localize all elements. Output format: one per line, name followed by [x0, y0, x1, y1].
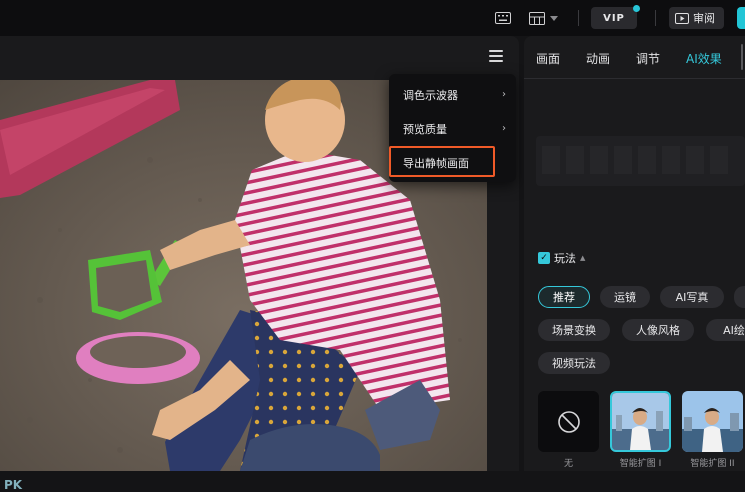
review-label: 审阅	[693, 12, 715, 25]
vip-label: VIP	[603, 12, 625, 24]
effect-label: 智能扩图 II	[690, 459, 735, 469]
caret-up-icon: ▲	[580, 254, 586, 262]
effect-label: 智能扩图 I	[619, 459, 662, 469]
menu-item-preview-quality[interactable]: 预览质量 ›	[389, 114, 516, 144]
tab-ai-effects[interactable]: AI效果	[686, 50, 722, 67]
effect-smart-expand-1[interactable]	[610, 391, 671, 452]
review-button[interactable]: 审阅	[669, 7, 724, 29]
chip-scene-change[interactable]: 场景变换	[538, 319, 610, 341]
player-options-menu: 调色示波器 › 预览质量 › 导出静帧画面	[389, 74, 516, 182]
chip-recommended[interactable]: 推荐	[538, 286, 590, 308]
chip-more[interactable]	[734, 286, 745, 308]
tab-animation[interactable]: 动画	[586, 50, 610, 67]
menu-item-label: 导出静帧画面	[403, 157, 469, 170]
chevron-right-icon: ›	[502, 123, 506, 134]
vip-button[interactable]: VIP	[591, 5, 640, 29]
chevron-right-icon: ›	[502, 89, 506, 100]
chevron-down-icon[interactable]	[549, 9, 559, 27]
chip-video-play[interactable]: 视频玩法	[538, 352, 610, 374]
section-header-play[interactable]: ✓ 玩法 ▲	[538, 249, 585, 267]
divider	[655, 10, 656, 26]
effect-thumbnail-image	[682, 391, 743, 452]
divider	[578, 10, 579, 26]
play-checkbox[interactable]: ✓	[538, 252, 550, 264]
layout-icon[interactable]	[528, 9, 546, 27]
effect-smart-expand-2[interactable]	[682, 391, 743, 452]
chip-portrait-style[interactable]: 人像风格	[622, 319, 694, 341]
properties-panel: 画面 动画 调节 AI效果 ✓ 玩法 ▲ 推荐 运镜 AI写真 场景变换 人像风…	[524, 36, 745, 471]
play-box-icon	[675, 12, 689, 24]
ai-effects-banner	[536, 136, 745, 186]
none-icon	[557, 410, 580, 433]
notification-dot	[633, 5, 640, 12]
effect-none[interactable]	[538, 391, 599, 452]
watermark-logo: PK	[4, 478, 23, 492]
menu-item-label: 预览质量	[403, 123, 447, 136]
keyboard-icon[interactable]	[494, 9, 512, 27]
tab-bar: 画面 动画 调节 AI效果	[524, 36, 745, 79]
menu-item-color-scope[interactable]: 调色示波器 ›	[389, 80, 516, 110]
tab-scrollbar[interactable]	[741, 44, 743, 70]
section-label: 玩法	[554, 252, 576, 265]
effect-label: 无	[563, 459, 573, 469]
menu-item-label: 调色示波器	[403, 89, 458, 102]
menu-item-export-still-frame[interactable]: 导出静帧画面	[389, 148, 516, 178]
tab-picture[interactable]: 画面	[536, 50, 560, 67]
export-button[interactable]	[737, 7, 745, 29]
tab-adjust[interactable]: 调节	[636, 50, 660, 67]
top-bar: VIP 审阅	[0, 0, 745, 36]
effect-thumbnail-image	[612, 393, 669, 450]
chip-ai-draw[interactable]: AI绘	[706, 319, 745, 341]
chip-camera-move[interactable]: 运镜	[600, 286, 650, 308]
chip-ai-portrait[interactable]: AI写真	[660, 286, 724, 308]
hamburger-menu-icon[interactable]	[489, 50, 503, 62]
